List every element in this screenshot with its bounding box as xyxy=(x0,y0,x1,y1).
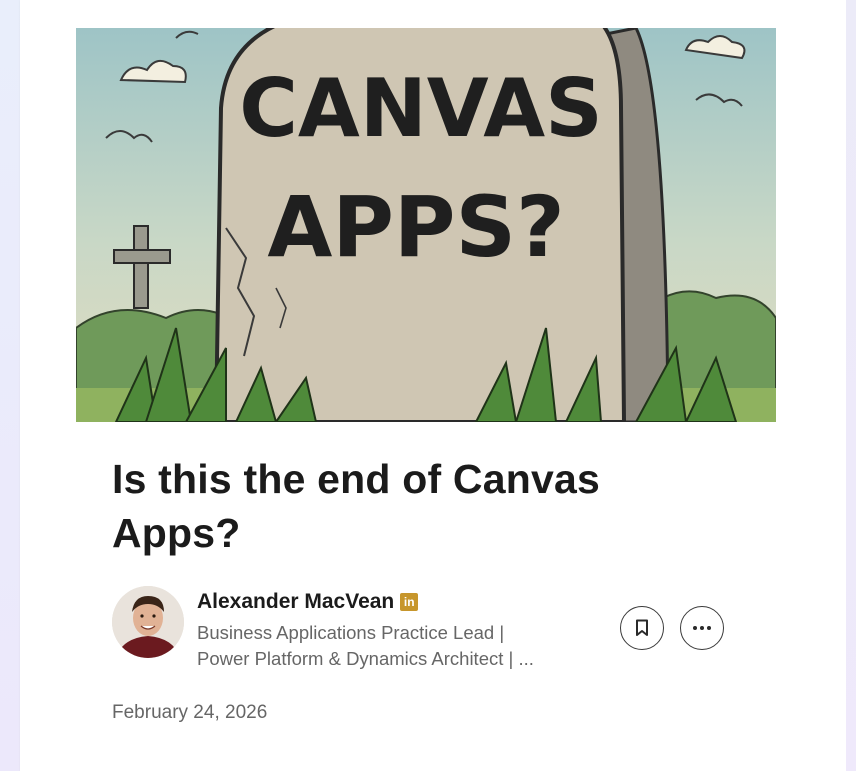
article-cover-image: CANVAS APPS? xyxy=(76,28,776,422)
linkedin-badge-icon: in xyxy=(400,593,419,611)
hero-text-line1: CANVAS xyxy=(239,62,603,155)
article-title[interactable]: Is this the end of Canvas Apps? xyxy=(112,452,712,560)
publish-date: February 24, 2026 xyxy=(112,702,268,723)
hero-text-line2: APPS? xyxy=(267,178,564,276)
author-row: Alexander MacVean in Business Application… xyxy=(112,586,752,669)
bookmark-icon xyxy=(636,619,648,636)
author-headline-line1: Business Applications Practice Lead | xyxy=(197,622,505,643)
save-button[interactable] xyxy=(620,606,664,650)
author-headline: Business Applications Practice Lead | Po… xyxy=(197,620,534,672)
author-name[interactable]: Alexander MacVean in xyxy=(197,590,419,614)
more-options-button[interactable] xyxy=(680,606,724,650)
article-card: CANVAS APPS? Is this the end of Canvas A… xyxy=(20,0,846,771)
more-horizontal-icon xyxy=(693,626,711,630)
page-edge xyxy=(846,0,856,771)
avatar[interactable] xyxy=(112,586,184,658)
author-headline-line2: Power Platform & Dynamics Architect | ..… xyxy=(197,648,534,669)
